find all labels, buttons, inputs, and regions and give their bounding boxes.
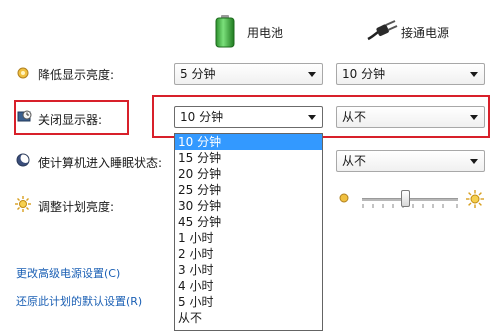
chevron-down-icon (308, 72, 316, 77)
dropdown-option[interactable]: 30 分钟 (175, 198, 322, 214)
brightness-low-icon (339, 193, 349, 203)
dropdown-option[interactable]: 1 小时 (175, 230, 322, 246)
chevron-down-icon (470, 72, 478, 77)
dim-display-plugged-value: 10 分钟 (342, 67, 386, 81)
brightness-high-icon (466, 190, 484, 208)
dropdown-option[interactable]: 20 分钟 (175, 166, 322, 182)
dim-brightness-icon (17, 67, 29, 79)
dropdown-option[interactable]: 从不 (175, 310, 322, 326)
dropdown-option[interactable]: 5 小时 (175, 294, 322, 310)
dropdown-option[interactable]: 2 小时 (175, 246, 322, 262)
brightness-sun-icon (15, 196, 31, 212)
chevron-down-icon (470, 115, 478, 120)
brightness-label: 调整计划亮度: (38, 200, 115, 214)
slider-ticks (362, 204, 458, 208)
dropdown-option[interactable]: 15 分钟 (175, 150, 322, 166)
sleep-plugged-select[interactable]: 从不 (336, 150, 485, 172)
battery-column-header: 用电池 (247, 26, 284, 40)
dim-display-label: 降低显示亮度: (38, 68, 115, 82)
display-off-label: 关闭显示器: (38, 113, 103, 127)
sleep-moon-icon (16, 153, 30, 167)
advanced-settings-link[interactable]: 更改高级电源设置(C) (16, 265, 120, 281)
display-off-plugged-value: 从不 (342, 110, 367, 124)
dropdown-option[interactable]: 3 小时 (175, 262, 322, 278)
dropdown-option[interactable]: 45 分钟 (175, 214, 322, 230)
display-off-battery-select[interactable]: 10 分钟 (174, 106, 323, 128)
slider-thumb[interactable] (401, 190, 410, 207)
display-off-plugged-select[interactable]: 从不 (336, 106, 485, 128)
monitor-clock-icon (17, 110, 32, 122)
brightness-slider[interactable] (362, 188, 458, 210)
dim-display-plugged-select[interactable]: 10 分钟 (336, 63, 485, 85)
restore-defaults-link[interactable]: 还原此计划的默认设置(R) (16, 293, 142, 309)
slider-track (362, 198, 458, 201)
dropdown-option[interactable]: 10 分钟 (175, 134, 322, 150)
plugged-in-column-header: 接通电源 (401, 26, 450, 40)
dim-display-battery-select[interactable]: 5 分钟 (174, 63, 323, 85)
dropdown-option[interactable]: 25 分钟 (175, 182, 322, 198)
display-off-battery-value: 10 分钟 (180, 110, 224, 124)
chevron-down-icon (308, 115, 316, 120)
display-off-dropdown-list[interactable]: 10 分钟 15 分钟 20 分钟 25 分钟 30 分钟 45 分钟 1 小时 2 小时 3 … (174, 133, 323, 331)
sleep-plugged-value: 从不 (342, 154, 367, 168)
dropdown-option[interactable]: 4 小时 (175, 278, 322, 294)
dim-display-battery-value: 5 分钟 (180, 67, 216, 81)
chevron-down-icon (470, 159, 478, 164)
sleep-label: 使计算机进入睡眠状态: (38, 156, 163, 170)
battery-icon (215, 15, 235, 48)
power-plug-icon (367, 20, 398, 41)
